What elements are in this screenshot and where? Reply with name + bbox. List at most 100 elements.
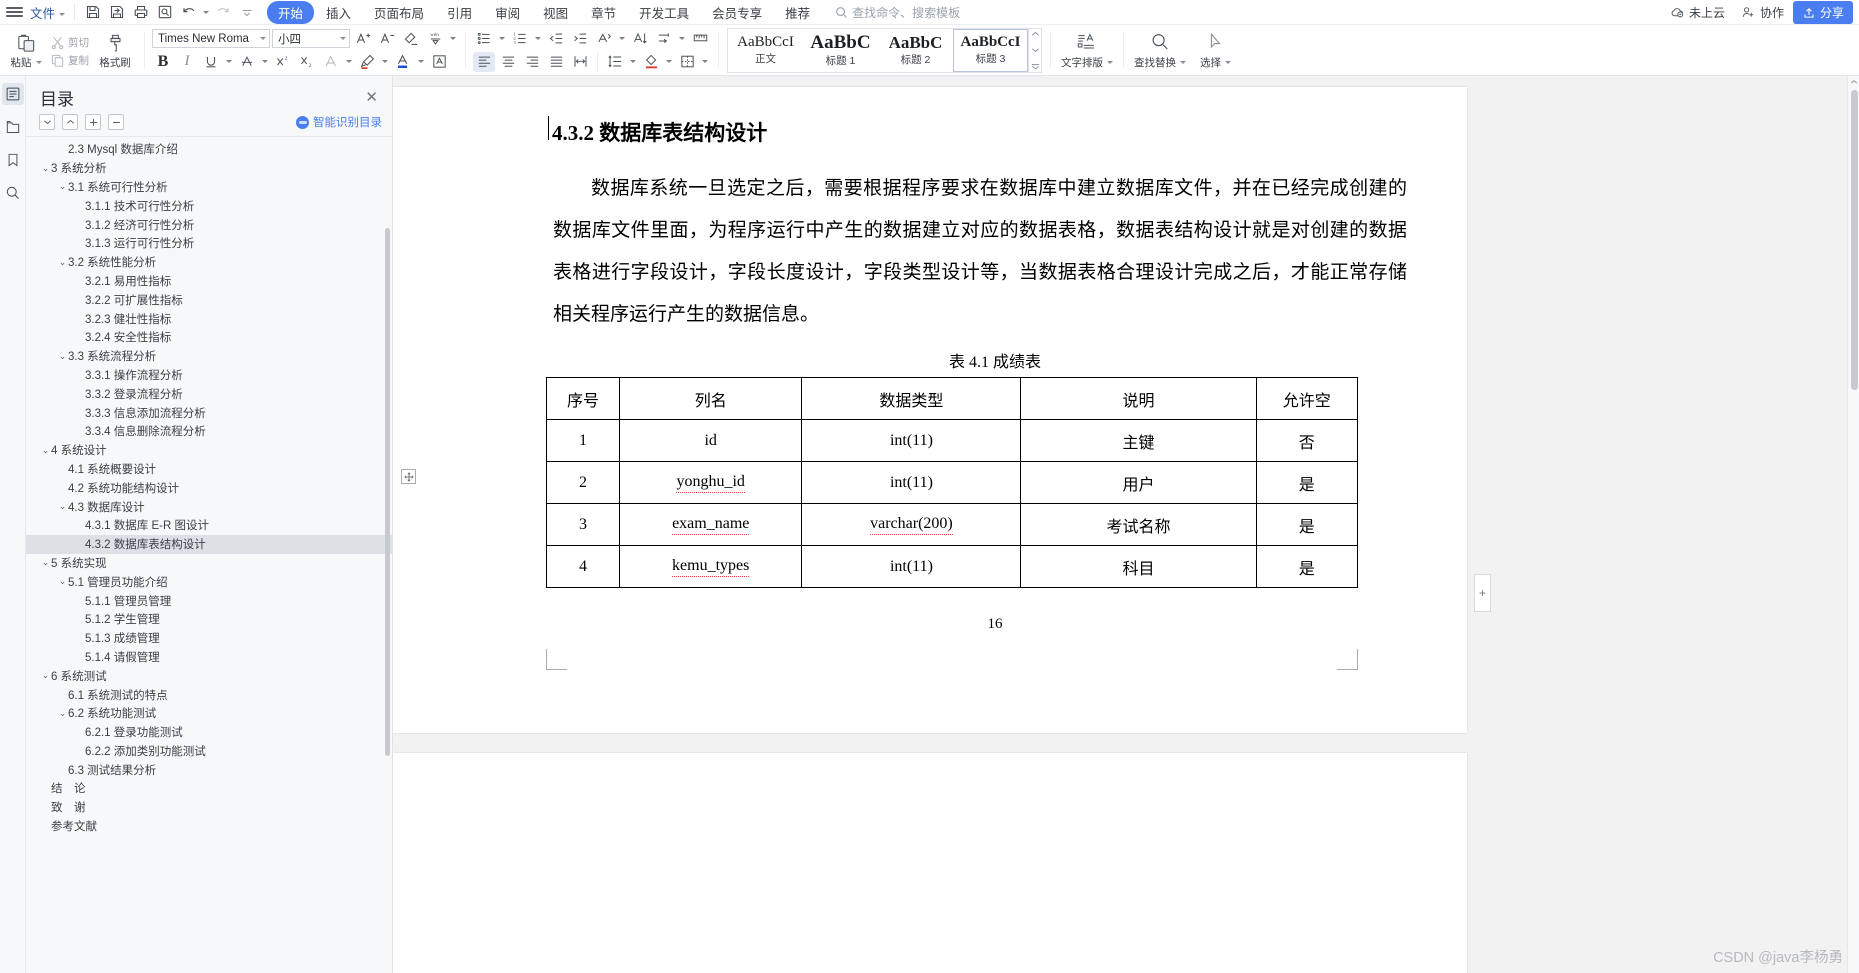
select-button[interactable]: 选择 xyxy=(1193,25,1238,75)
document-page-1[interactable]: 4.3.2 数据库表结构设计 数据库系统一旦选定之后，需要根据程序要求在数据库中… xyxy=(393,87,1491,733)
tab-page-layout[interactable]: 页面布局 xyxy=(363,1,435,24)
collaborate-button[interactable]: 协作 xyxy=(1734,2,1791,23)
outline-item[interactable]: 结 论 xyxy=(26,779,392,798)
bold-button[interactable]: B xyxy=(152,52,174,72)
outline-item-list[interactable]: 2.3 Mysql 数据库介绍 ⌄ 3 系统分析 ⌄ 3.1 系统可行性分析 3.1.1 … xyxy=(26,136,392,973)
table-cell-desc[interactable]: 科目 xyxy=(1020,545,1257,588)
find-replace-button[interactable]: 查找替换 xyxy=(1127,25,1193,75)
outline-item[interactable]: 5.1.3 成绩管理 xyxy=(26,629,392,648)
line-spacing-button[interactable] xyxy=(604,52,626,72)
outline-item[interactable]: 4.3.2 数据库表结构设计 xyxy=(26,534,392,554)
justify-button[interactable] xyxy=(545,52,567,72)
outline-item[interactable]: ⌄ 5.1 管理员功能介绍 xyxy=(26,572,392,591)
table-cell-nullable[interactable]: 是 xyxy=(1255,545,1359,588)
outline-item[interactable]: ⌄ 3 系统分析 xyxy=(26,159,392,178)
table-cell-desc[interactable]: 用户 xyxy=(1020,461,1257,504)
font-color-dropdown-icon[interactable] xyxy=(418,60,424,63)
outline-item[interactable]: 致 谢 xyxy=(26,798,392,817)
outline-item[interactable]: ⌄ 4 系统设计 xyxy=(26,441,392,460)
outline-item[interactable]: 6.3 测试结果分析 xyxy=(26,760,392,779)
table-cell-col[interactable]: kemu_types xyxy=(618,545,803,588)
table-cell-type[interactable]: int(11) xyxy=(801,545,1022,588)
numbered-list-dropdown-icon[interactable] xyxy=(535,37,541,40)
undo-icon[interactable] xyxy=(177,2,201,23)
outline-item[interactable]: ⌄ 3.2 系统性能分析 xyxy=(26,253,392,272)
decrease-indent-button[interactable] xyxy=(545,29,567,49)
paste-button[interactable]: 粘贴 xyxy=(6,27,46,75)
chevron-down-icon[interactable]: ⌄ xyxy=(40,558,51,567)
outline-item[interactable]: 4.3.1 数据库 E-R 图设计 xyxy=(26,516,392,535)
outline-item[interactable]: 3.1.3 运行可行性分析 xyxy=(26,234,392,253)
outline-scrollbar[interactable] xyxy=(385,228,390,756)
tab-view[interactable]: 视图 xyxy=(532,1,579,24)
align-left-button[interactable] xyxy=(473,51,495,72)
table-row[interactable]: 4 kemu_types int(11) 科目是 xyxy=(546,545,1359,588)
subscript-button[interactable]: 2 xyxy=(296,52,318,72)
align-center-button[interactable] xyxy=(497,52,519,72)
increase-indent-button[interactable] xyxy=(569,29,591,49)
expand-all-icon[interactable] xyxy=(85,114,101,130)
outline-item[interactable]: 2.3 Mysql 数据库介绍 xyxy=(26,140,392,159)
strikethrough-dropdown-icon[interactable] xyxy=(262,60,268,63)
print-icon[interactable] xyxy=(129,2,153,23)
table-cell-no[interactable]: 4 xyxy=(546,545,620,588)
undo-dropdown-icon[interactable] xyxy=(203,10,210,14)
show-formatting-marks-button[interactable] xyxy=(653,29,675,49)
shading-button[interactable] xyxy=(640,52,662,72)
redo-icon[interactable] xyxy=(211,2,235,23)
style-item-body[interactable]: AaBbCcI 正文 xyxy=(728,29,803,72)
line-and-paragraph-layout-button[interactable] xyxy=(593,29,615,49)
file-menu-button[interactable]: 文件 xyxy=(27,3,68,22)
outline-item[interactable]: 6.1 系统测试的特点 xyxy=(26,685,392,704)
text-direction-dropdown-icon[interactable] xyxy=(619,37,625,40)
tab-start[interactable]: 开始 xyxy=(267,0,315,24)
outline-item[interactable]: ⌄ 6 系统测试 xyxy=(26,666,392,685)
outline-item[interactable]: ⌄ 3.3 系统流程分析 xyxy=(26,347,392,366)
chevron-down-icon[interactable]: ⌄ xyxy=(40,671,51,680)
outline-item[interactable]: 3.1.2 经济可行性分析 xyxy=(26,215,392,234)
text-effects-dropdown-icon[interactable] xyxy=(346,60,352,63)
style-item-heading-2[interactable]: AaBbC 标题 2 xyxy=(878,29,953,72)
document-canvas[interactable]: 4.3.2 数据库表结构设计 数据库系统一旦选定之后，需要根据程序要求在数据库中… xyxy=(393,76,1859,973)
table-cell-nullable[interactable]: 否 xyxy=(1255,419,1359,462)
chevron-down-icon[interactable]: ⌄ xyxy=(57,257,68,267)
customize-quick-access-icon[interactable] xyxy=(235,2,259,23)
styles-expand-icon[interactable] xyxy=(1031,63,1040,70)
table-cell-nullable[interactable]: 是 xyxy=(1255,503,1359,546)
outline-item[interactable]: 3.2.3 健壮性指标 xyxy=(26,309,392,328)
scrollbar-thumb[interactable] xyxy=(1850,90,1858,390)
tab-member-exclusive[interactable]: 会员专享 xyxy=(701,1,773,24)
bullet-list-button[interactable] xyxy=(473,29,495,49)
shrink-font-button[interactable] xyxy=(376,29,398,49)
command-search[interactable]: 查找命令、搜索模板 xyxy=(835,4,960,21)
tab-insert[interactable]: 插入 xyxy=(315,1,362,24)
outline-item[interactable]: 4.1 系统概要设计 xyxy=(26,460,392,479)
document-vertical-scrollbar[interactable] xyxy=(1847,76,1859,973)
align-right-button[interactable] xyxy=(521,52,543,72)
share-button[interactable]: 分享 xyxy=(1792,1,1853,24)
character-border-button[interactable] xyxy=(428,52,450,72)
table-row[interactable]: 1 id int(11) 主键否 xyxy=(546,419,1359,462)
formatting-marks-dropdown-icon[interactable] xyxy=(679,37,685,40)
outline-item[interactable]: 4.2 系统功能结构设计 xyxy=(26,478,392,497)
outline-item[interactable]: 6.2.2 添加类别功能测试 xyxy=(26,742,392,761)
format-painter-button[interactable]: 格式刷 xyxy=(93,27,137,75)
chevron-down-icon[interactable]: ⌄ xyxy=(57,182,68,191)
tab-review[interactable]: 审阅 xyxy=(484,1,531,24)
table-cell-type[interactable]: int(11) xyxy=(801,419,1022,462)
outline-item[interactable]: ⌄ 5 系统实现 xyxy=(26,554,392,573)
table-row[interactable]: 2 yonghu_id int(11) 用户是 xyxy=(546,461,1359,504)
table-cell-no[interactable]: 2 xyxy=(546,461,620,504)
table-cell-type[interactable]: int(11) xyxy=(801,461,1022,504)
close-icon[interactable]: ✕ xyxy=(361,88,382,107)
chevron-down-icon[interactable]: ⌄ xyxy=(57,502,68,511)
table-cell-col[interactable]: yonghu_id xyxy=(618,461,803,504)
outline-item[interactable]: 3.2.2 可扩展性指标 xyxy=(26,290,392,309)
outline-item[interactable]: ⌄ 4.3 数据库设计 xyxy=(26,497,392,516)
tab-developer-tools[interactable]: 开发工具 xyxy=(628,1,700,24)
numbered-list-button[interactable]: 123 xyxy=(509,29,531,49)
chevron-down-icon[interactable]: ⌄ xyxy=(40,163,51,173)
table-cell-desc[interactable]: 主键 xyxy=(1020,419,1257,462)
add-row-button[interactable]: + xyxy=(1474,574,1491,612)
tab-section[interactable]: 章节 xyxy=(580,1,627,24)
